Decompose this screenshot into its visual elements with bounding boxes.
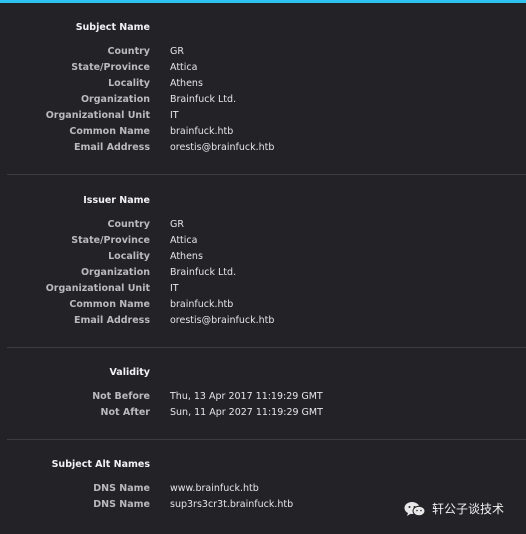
watermark: 轩公子谈技术 bbox=[404, 500, 504, 517]
field-label: Country bbox=[107, 46, 150, 57]
field-row: Organization Brainfuck Ltd. bbox=[0, 94, 526, 110]
field-row: Common Name brainfuck.htb bbox=[0, 126, 526, 142]
field-row: Organizational Unit IT bbox=[0, 283, 526, 299]
field-label: DNS Name bbox=[93, 483, 150, 494]
field-value: Attica bbox=[170, 235, 198, 246]
section-title: Issuer Name bbox=[83, 195, 150, 206]
field-value: sup3rs3cr3t.brainfuck.htb bbox=[170, 499, 294, 510]
field-label: Locality bbox=[108, 78, 150, 89]
field-label: Organizational Unit bbox=[45, 110, 150, 121]
field-row: Country GR bbox=[0, 219, 526, 235]
field-value: Sun, 11 Apr 2027 11:19:29 GMT bbox=[170, 407, 323, 418]
section-divider bbox=[7, 439, 526, 440]
field-row: Country GR bbox=[0, 46, 526, 62]
field-value: Attica bbox=[170, 62, 198, 73]
section-divider bbox=[7, 174, 526, 175]
field-label: DNS Name bbox=[93, 499, 150, 510]
wechat-icon bbox=[404, 501, 426, 517]
field-label: Email Address bbox=[73, 142, 150, 153]
field-value: GR bbox=[170, 46, 184, 57]
field-row: Organization Brainfuck Ltd. bbox=[0, 267, 526, 283]
field-label: Not Before bbox=[92, 391, 150, 402]
field-row: Email Address orestis@brainfuck.htb bbox=[0, 315, 526, 331]
field-value: Brainfuck Ltd. bbox=[170, 94, 237, 105]
field-label: State/Province bbox=[71, 62, 150, 73]
watermark-text: 轩公子谈技术 bbox=[432, 502, 505, 516]
field-row: Locality Athens bbox=[0, 251, 526, 267]
field-value: brainfuck.htb bbox=[170, 126, 234, 137]
section-title: Validity bbox=[109, 367, 150, 378]
field-label: Common Name bbox=[69, 126, 150, 137]
field-value: IT bbox=[170, 283, 179, 294]
top-accent-bar bbox=[0, 0, 526, 3]
section-title: Subject Alt Names bbox=[51, 459, 150, 470]
field-value: GR bbox=[170, 219, 184, 230]
field-row: State/Province Attica bbox=[0, 62, 526, 78]
field-label: Organizational Unit bbox=[45, 283, 150, 294]
field-label: Common Name bbox=[69, 299, 150, 310]
field-value: www.brainfuck.htb bbox=[170, 483, 259, 494]
field-value: Thu, 13 Apr 2017 11:19:29 GMT bbox=[170, 391, 323, 402]
field-label: Locality bbox=[108, 251, 150, 262]
field-label: Country bbox=[107, 219, 150, 230]
field-row: DNS Name www.brainfuck.htb bbox=[0, 483, 526, 499]
field-value: Brainfuck Ltd. bbox=[170, 267, 237, 278]
field-value: Athens bbox=[170, 251, 203, 262]
field-value: orestis@brainfuck.htb bbox=[170, 142, 275, 153]
field-value: orestis@brainfuck.htb bbox=[170, 315, 275, 326]
field-row: Organizational Unit IT bbox=[0, 110, 526, 126]
field-row: Not After Sun, 11 Apr 2027 11:19:29 GMT bbox=[0, 407, 526, 423]
field-row: Common Name brainfuck.htb bbox=[0, 299, 526, 315]
field-row: State/Province Attica bbox=[0, 235, 526, 251]
field-value: IT bbox=[170, 110, 179, 121]
field-label: Organization bbox=[80, 267, 150, 278]
field-row: Locality Athens bbox=[0, 78, 526, 94]
section-title: Subject Name bbox=[75, 22, 150, 33]
field-row: Email Address orestis@brainfuck.htb bbox=[0, 142, 526, 158]
field-label: Not After bbox=[100, 407, 150, 418]
section-divider bbox=[7, 347, 526, 348]
field-value: brainfuck.htb bbox=[170, 299, 234, 310]
field-row: Not Before Thu, 13 Apr 2017 11:19:29 GMT bbox=[0, 391, 526, 407]
field-label: State/Province bbox=[71, 235, 150, 246]
field-value: Athens bbox=[170, 78, 203, 89]
field-label: Email Address bbox=[73, 315, 150, 326]
field-label: Organization bbox=[80, 94, 150, 105]
